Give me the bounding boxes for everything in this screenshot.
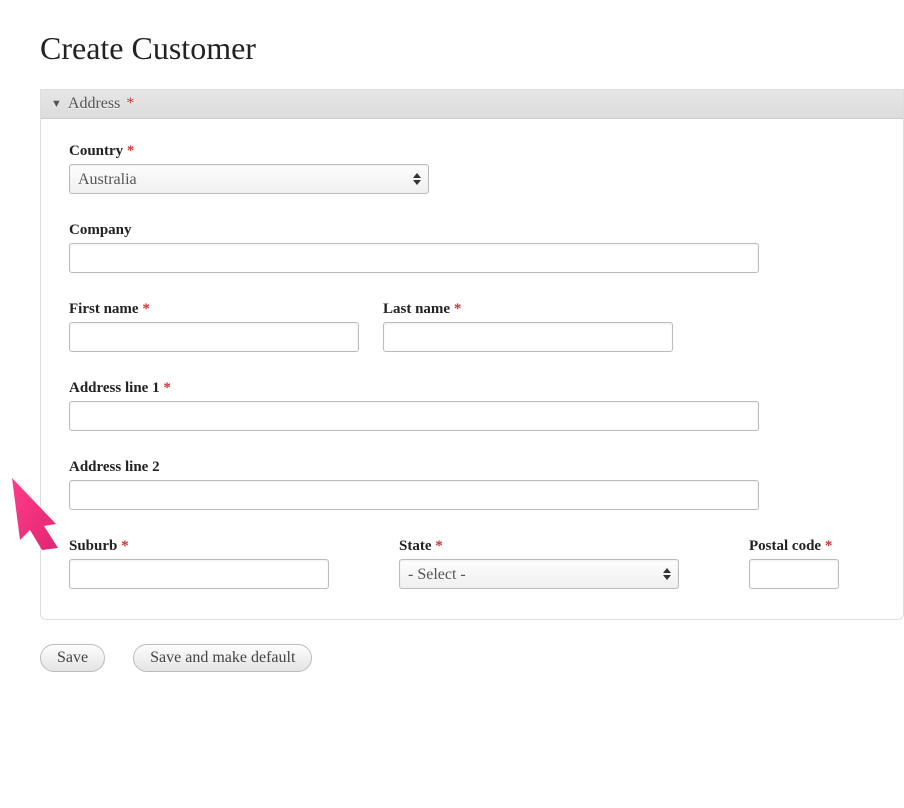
first-name-label: First name * xyxy=(69,301,359,318)
page-title: Create Customer xyxy=(40,30,904,67)
company-label: Company xyxy=(69,222,875,239)
address1-input[interactable] xyxy=(69,401,759,431)
address-fieldset-title: Address xyxy=(68,95,120,113)
address-fieldset: ▼ Address * Country * Australia xyxy=(40,89,904,620)
postal-code-label: Postal code * xyxy=(749,538,839,555)
country-select[interactable]: Australia xyxy=(69,164,429,194)
collapse-triangle-icon: ▼ xyxy=(51,98,62,110)
postal-code-input[interactable] xyxy=(749,559,839,589)
state-select[interactable]: - Select - xyxy=(399,559,679,589)
state-label: State * xyxy=(399,538,679,555)
address2-input[interactable] xyxy=(69,480,759,510)
suburb-label: Suburb * xyxy=(69,538,329,555)
last-name-label: Last name * xyxy=(383,301,673,318)
save-button[interactable]: Save xyxy=(40,644,105,672)
first-name-input[interactable] xyxy=(69,322,359,352)
address2-label: Address line 2 xyxy=(69,459,875,476)
last-name-input[interactable] xyxy=(383,322,673,352)
address1-label: Address line 1 * xyxy=(69,380,875,397)
company-input[interactable] xyxy=(69,243,759,273)
suburb-input[interactable] xyxy=(69,559,329,589)
country-label: Country * xyxy=(69,143,875,160)
address-fieldset-header[interactable]: ▼ Address * xyxy=(41,90,903,119)
save-make-default-button[interactable]: Save and make default xyxy=(133,644,312,672)
required-indicator: * xyxy=(126,95,134,113)
